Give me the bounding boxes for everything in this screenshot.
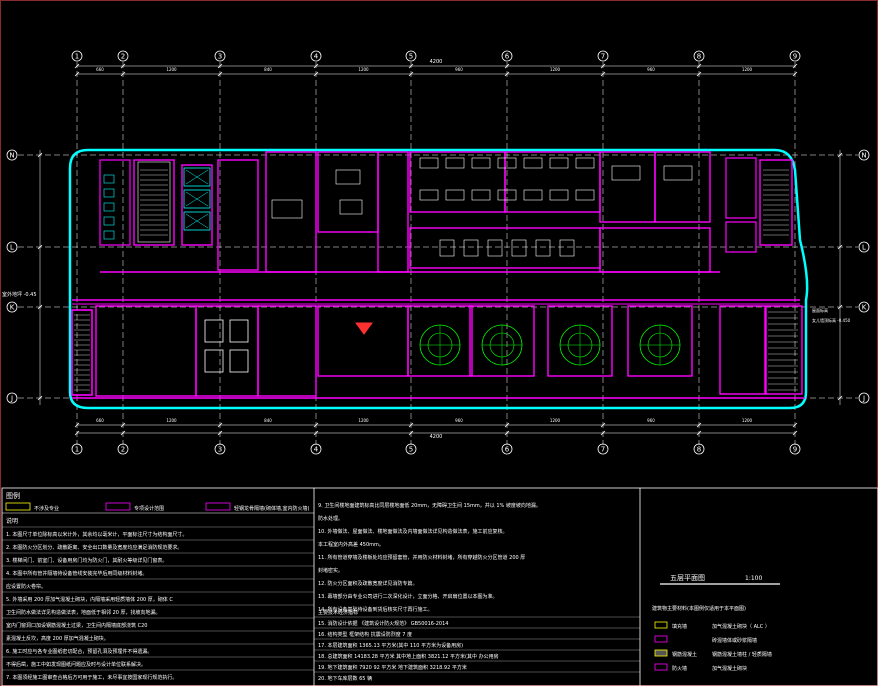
notes-right-line-3: 10. 外墙做法、屋面做法、楼地面做法及内墙面做法详见构造做法表，施工前应复核。 xyxy=(318,528,508,535)
axis-bubble-left-N-label: N xyxy=(9,152,14,160)
dim-span-top: 1200 xyxy=(742,67,753,72)
dim-span-top: 1200 xyxy=(166,67,177,72)
material-label-4: 防火墙 xyxy=(672,665,687,672)
dim-span-bottom: 1200 xyxy=(166,418,177,423)
notes-left-line-5: 应设置防火卷帘。 xyxy=(6,583,46,590)
notes-left-line-10: 6. 施工时应与各专业图纸密切配合，预留孔洞及预埋件不得遗漏。 xyxy=(6,648,152,655)
notes-right-line-4: 本工程室内外高差 450mm。 xyxy=(318,541,384,548)
axis-bubble-bottom-2-label: 2 xyxy=(121,446,125,454)
side-note-right-bottom: 女儿墙顶标高 -0.450 xyxy=(812,317,851,323)
notes-right-line-7: 12. 防火分区面积及疏散宽度详见消防专篇。 xyxy=(318,580,418,587)
axis-bubble-right-J-label: J xyxy=(862,395,865,403)
axis-bubble-top-7-label: 7 xyxy=(601,53,605,61)
legend-entry-1: 不涉及专业 xyxy=(34,505,59,512)
axis-bubble-right-L-label: L xyxy=(862,244,866,252)
notes-left-line-3: 3. 楼梯间门、前室门、设备用房门均为防火门，其耐火等级详见门窗表。 xyxy=(6,557,167,564)
notes-left-line-2: 2. 本图防火分区划分、疏散距离、安全出口数量及宽度均应满足消防规范要求。 xyxy=(6,544,182,551)
legend-title: 图例 xyxy=(6,491,20,500)
dim-span-top: 960 xyxy=(455,67,463,72)
notes-right-line-2: 防水处理。 xyxy=(318,515,343,522)
notes-right-line-8: 13. 幕墙部分由专业公司进行二次深化设计，立面分格、开启扇位置以本图为准。 xyxy=(318,593,498,600)
axis-bubble-bottom-4-label: 4 xyxy=(314,446,319,454)
axis-bubble-bottom-8-label: 8 xyxy=(697,446,701,454)
dim-overall-bottom: 4200 xyxy=(430,434,443,440)
material-label-1: 填充墙 xyxy=(672,623,687,630)
notes-left-line-9: 素混凝土反坎，高度 200 厚加气混凝土砌块。 xyxy=(6,635,109,642)
material-swatch-3 xyxy=(654,649,668,657)
legend-entry-3: 轻钢龙骨隔墙(砌体墙,室内防火墙) xyxy=(234,505,310,512)
axis-bubble-bottom-9-label: 9 xyxy=(793,446,797,454)
plan-scale: 1:100 xyxy=(745,575,762,582)
material-legend-title: 建筑物主要材料(本图例仅适用于本平面图) xyxy=(652,605,746,612)
notes-left-line-7: 卫生间防水做法详见构造做法表，地面低于相邻 20 厚，找坡向地漏。 xyxy=(6,609,161,616)
dim-span-bottom: 960 xyxy=(647,418,655,423)
axis-bubble-top-8-label: 8 xyxy=(697,53,701,61)
legend-entry-2: 专项设计范围 xyxy=(134,505,164,512)
axis-bubble-bottom-6-label: 6 xyxy=(505,446,510,454)
notes-right-line-1: 9. 卫生间楼地面建筑标高比同层楼地面低 20mm，无障碍卫生间 15mm，并以… xyxy=(318,502,541,509)
axis-bubble-top-4-label: 4 xyxy=(314,53,319,61)
axis-bubble-top-1-label: 1 xyxy=(75,53,79,61)
material-label-3: 钢筋混凝土 xyxy=(672,651,697,658)
dim-span-top: 1200 xyxy=(550,67,561,72)
notes-left-heading: 说明 xyxy=(6,517,18,525)
tech-row-5: 19. 地下建筑面积 7920 92 平方米 地下建筑面积 3218.92 平方… xyxy=(318,664,467,671)
dim-span-top: 960 xyxy=(647,67,655,72)
dim-span-bottom: 660 xyxy=(96,418,104,423)
axis-bubble-bottom-5-label: 5 xyxy=(409,446,413,454)
axis-bubble-right-N-label: N xyxy=(861,152,866,160)
axis-bubble-top-6-label: 6 xyxy=(505,53,510,61)
dim-span-top: 840 xyxy=(264,67,272,72)
tech-row-6: 20. 地下车库层数 65 辆 xyxy=(318,675,372,682)
axis-bubble-top-2-label: 2 xyxy=(121,53,125,61)
axis-bubble-left-J-label: J xyxy=(10,395,13,403)
dim-span-bottom: 1200 xyxy=(358,418,369,423)
axis-bubble-left-L-label: L xyxy=(10,244,14,252)
tech-row-3: 17. 本层建筑面积 1365.13 平方米(其中 110 平方米为设备用房) xyxy=(318,642,463,649)
axis-bubble-top-5-label: 5 xyxy=(409,53,413,61)
axis-bubble-bottom-7-label: 7 xyxy=(601,446,605,454)
axis-bubble-top-9-label: 9 xyxy=(793,53,797,61)
axis-bubble-bottom-3-label: 3 xyxy=(218,446,222,454)
notes-left-line-8: 室内门窗洞口加设钢筋混凝土过梁，卫生间内隔墙底部浇筑 C20 xyxy=(6,622,147,629)
dim-span-bottom: 1200 xyxy=(742,418,753,423)
dim-span-bottom: 1200 xyxy=(550,418,561,423)
plan-title: 五层平面图 xyxy=(670,574,705,582)
notes-right-line-6: 封堵密实。 xyxy=(318,567,343,574)
dim-span-top: 660 xyxy=(96,67,104,72)
tech-row-1: 15. 消防设计依据 《建筑设计防火规范》 GB50016-2014 xyxy=(318,620,448,627)
tech-row-4: 18. 总建筑面积 14183.28 平方米 其中地上面积 3821.12 平方… xyxy=(318,653,499,660)
axis-bubble-right-K-label: K xyxy=(862,304,867,312)
material-desc-2: 砖混墙体或砂浆隔墙 xyxy=(712,637,757,644)
dim-span-bottom: 840 xyxy=(264,418,272,423)
notes-right-line-5: 11. 所有管道穿墙及楼板处均应预留套管，并用防火材料封堵，所有穿越防火分区管道… xyxy=(318,554,525,561)
tech-row-2: 16. 结构类型 框架结构 抗震设防烈度 7 度 xyxy=(318,631,412,638)
tech-heading: 主要技术经济指标 xyxy=(318,609,358,616)
material-desc-4: 加气混凝土砌块 xyxy=(712,665,747,672)
drawing-background xyxy=(0,0,878,686)
notes-left-line-4: 4. 本图中所有管井隔墙待设备管线安装完毕后用同级材料封堵。 xyxy=(6,570,147,577)
side-note-right-top: 屋面标高 xyxy=(812,307,828,313)
notes-left-line-1: 1. 本图尺寸单位除标高以米计外，其余均以毫米计，平面标注尺寸为结构面尺寸。 xyxy=(6,531,187,538)
notes-left-line-12: 7. 本图须经施工图审查合格后方可用于施工，未尽事宜按国家现行规范执行。 xyxy=(6,674,177,681)
notes-left-line-11: 不得后凿，施工中如发现图纸问题应及时与设计单位联系解决。 xyxy=(6,661,146,668)
dim-span-top: 1200 xyxy=(358,67,369,72)
material-desc-1: 加气混凝土砌块（ ALC ） xyxy=(712,623,770,630)
notes-left-line-6: 5. 外墙采用 200 厚加气混凝土砌块，内隔墙采用轻质墙体 200 厚，砌体 … xyxy=(6,596,173,603)
material-desc-3: 钢筋混凝土墙柱 / 轻质隔墙 xyxy=(712,651,772,658)
axis-bubble-top-3-label: 3 xyxy=(218,53,222,61)
dim-overall-top: 4200 xyxy=(430,59,443,65)
axis-bubble-left-K-label: K xyxy=(10,304,15,312)
side-note-left: 室外地坪 -0.45 xyxy=(2,291,37,298)
axis-bubble-bottom-1-label: 1 xyxy=(75,446,79,454)
dim-span-bottom: 960 xyxy=(455,418,463,423)
cad-drawing-canvas: 1 1 2 2 3 3 4 4 5 5 6 6 7 7 8 8 9 9 N N L L K K J J 4200 660 1200 84… xyxy=(0,0,878,686)
